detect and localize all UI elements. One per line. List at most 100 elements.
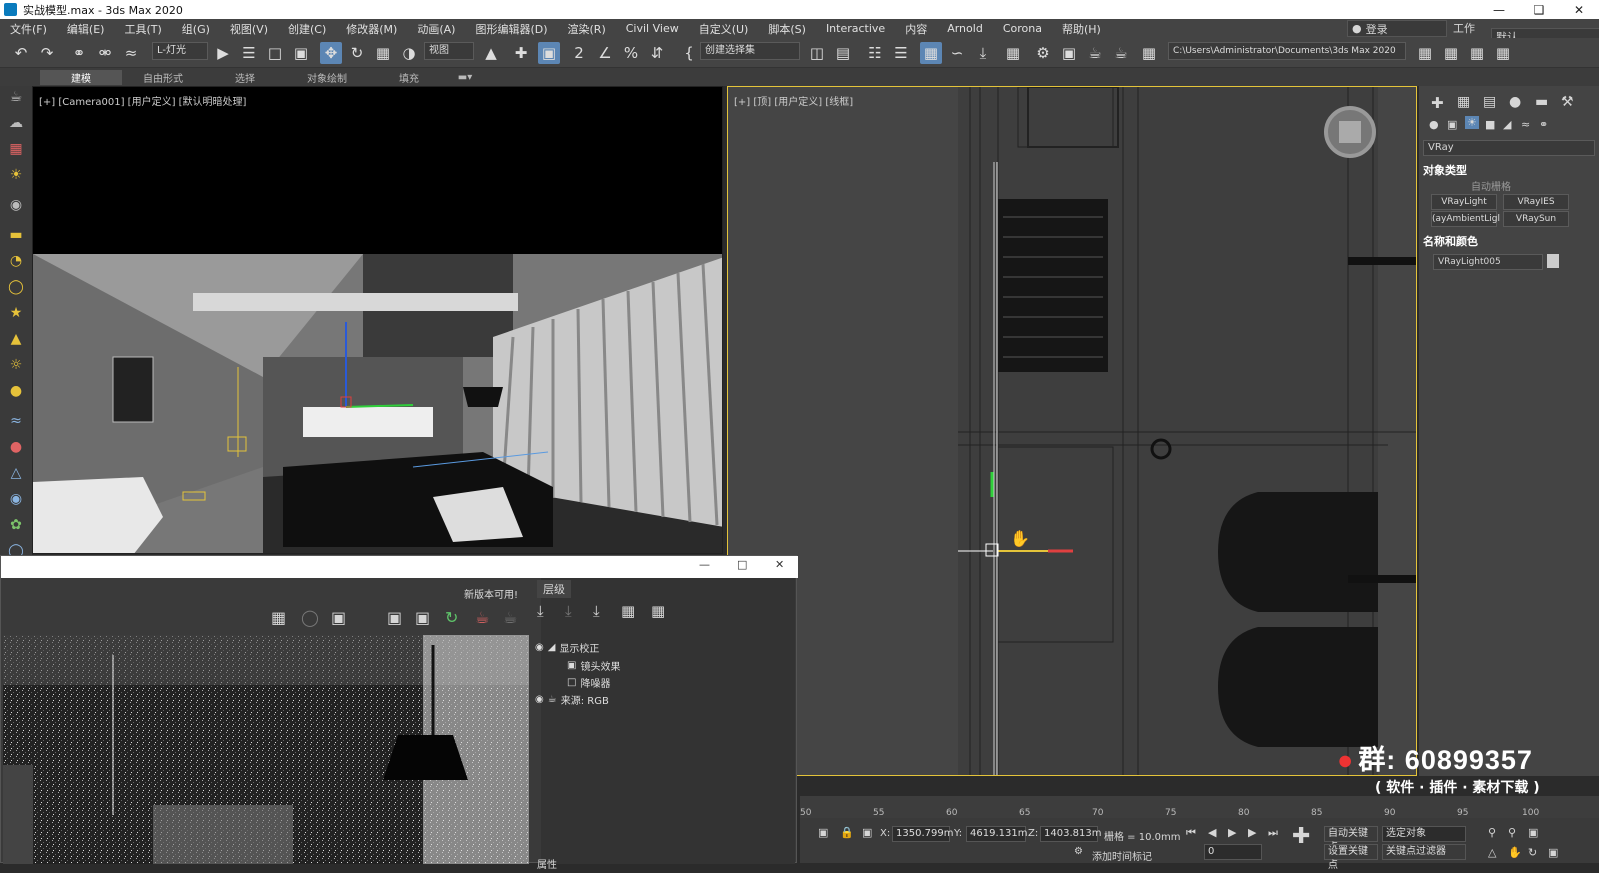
bind-spacewarp-icon[interactable]: ≈ [120,42,142,64]
redo-icon[interactable]: ↷ [36,42,58,64]
menu-civil-view[interactable]: Civil View [616,22,689,35]
rendered-frame-window-icon[interactable]: ▣ [1058,42,1080,64]
x-coordinate-field[interactable]: 1350.799m [892,826,953,842]
project-new-icon[interactable]: ▦ [1492,42,1514,64]
add-time-tag-icon[interactable]: ⚙ [1074,846,1083,857]
light-bulb-icon[interactable]: ☀ [5,164,27,186]
top-viewport[interactable]: [+] [顶] [用户定义] [线框] ✋ [727,86,1417,776]
key-mode-dropdown[interactable]: 选定对象 [1382,826,1466,842]
tab-object-paint[interactable]: 对象绘制 [286,70,368,85]
render-setup-icon[interactable]: ⚙ [1032,42,1054,64]
sky-icon[interactable]: ● [5,380,27,402]
layer-display-correction[interactable]: ◉ ◢ 显示校正 [535,640,599,655]
layers-tab[interactable]: 层级 [537,580,571,598]
keyboard-shortcut-icon[interactable]: ▣ [538,42,560,64]
menu-tools[interactable]: 工具(T) [114,21,171,37]
auto-key-button[interactable]: 自动关键点 [1324,826,1378,853]
object-color-swatch[interactable] [1547,254,1559,268]
hierarchy-tab-icon[interactable]: ▤ [1483,94,1496,110]
schematic-view-icon[interactable]: ⤓ [972,42,994,64]
edit-named-sets-icon[interactable]: { [678,42,700,64]
object-name-field[interactable]: VRayLight005 [1433,254,1543,270]
track-mouse-icon[interactable]: ▣ [387,608,402,627]
add-time-tag[interactable]: 添加时间标记 [1092,848,1152,863]
selection-filter-dropdown[interactable]: L-灯光 [152,42,208,60]
cloud-icon[interactable]: ☁ [5,112,27,134]
timeline-ruler[interactable]: 50 55 60 65 70 75 80 85 90 95 100 [800,796,1599,818]
prev-frame-icon[interactable]: ◀ [1208,826,1216,839]
plane-light-icon[interactable]: ▬ [5,224,27,246]
vfb-close-icon[interactable]: ✕ [775,558,784,571]
angle-snap-icon[interactable]: ∠ [594,42,616,64]
camera-viewport-label[interactable]: [+] [Camera001] [用户定义] [默认明暗处理] [39,93,246,108]
helpers-icon[interactable]: ◢ [1503,118,1511,131]
teapot-icon[interactable]: ☕ [5,86,27,108]
display-tab-icon[interactable]: ▬ [1535,94,1548,110]
link-icon[interactable]: ⚭ [68,42,90,64]
top-viewport-label[interactable]: [+] [顶] [用户定义] [线框] [734,93,853,108]
play-icon[interactable]: ▶ [1228,826,1236,839]
place-icon[interactable]: ◑ [398,42,420,64]
go-end-icon[interactable]: ⏭ [1268,826,1278,840]
set-key-icon[interactable]: ✚ [1292,824,1310,849]
set-key-button[interactable]: 设置关键点 [1324,844,1378,871]
region-render-icon[interactable]: ▣ [331,608,346,627]
select-by-name-icon[interactable]: ☰ [238,42,260,64]
menu-animation[interactable]: 动画(A) [407,21,465,37]
vrayies-button[interactable]: VRayIES [1503,194,1569,210]
menu-rendering[interactable]: 渲染(R) [558,21,616,37]
layer-explorer-icon[interactable]: ☰ [890,42,912,64]
window-crossing-icon[interactable]: ▣ [290,42,312,64]
curve-editor-icon[interactable]: ∽ [946,42,968,64]
render-icon[interactable]: ☕ [1084,42,1106,64]
vray-toolbar-icon[interactable]: ▦ [1138,42,1160,64]
utilities-tab-icon[interactable]: ⚒ [1561,94,1574,110]
object-type-title[interactable]: 对象类型 [1423,162,1595,178]
key-filters-button[interactable]: 关键点过滤器 [1382,844,1466,860]
geometry-icon[interactable]: ● [1429,118,1439,131]
vraysun-button[interactable]: VRaySun [1503,211,1569,227]
tab-populate[interactable]: 填充 [368,70,450,85]
select-object-icon[interactable]: ▶ [212,42,234,64]
lights-icon[interactable]: ☀ [1465,116,1479,129]
maximize-viewport-icon[interactable]: ▣ [1548,846,1558,859]
create-tab-icon[interactable]: ✚ [1431,94,1444,112]
isolate-icon[interactable]: ▣ [818,826,828,839]
ribbon-options-icon[interactable]: ▬▾ [450,72,480,83]
menu-scripting[interactable]: 脚本(S) [758,21,816,37]
delete-layer-icon[interactable]: ⤓ [565,602,572,620]
vraylight-button[interactable]: VRayLight [1431,194,1497,210]
render-teapot-icon[interactable]: ☕ [475,608,489,627]
hair-icon[interactable]: ≈ [5,410,27,432]
cameras-icon[interactable]: ■ [1485,118,1495,131]
renderer-dropdown[interactable]: VRay [1423,140,1595,156]
camera-viewport[interactable]: [+] [Camera001] [用户定义] [默认明暗处理] [32,86,723,554]
layer-presets-icon[interactable]: ▦ [651,602,665,620]
save-layer-icon[interactable]: ⤓ [593,602,600,620]
menu-interactive[interactable]: Interactive [816,22,895,35]
clear-image-icon[interactable]: ◯ [301,608,319,627]
spinner-snap-icon[interactable]: ⇵ [646,42,668,64]
eye-icon[interactable]: ◉ [535,694,544,705]
ipr-icon[interactable]: ↻ [445,608,458,627]
spot-light-icon[interactable]: ▲ [5,328,27,350]
checkbox-icon[interactable]: ▣ [567,660,576,671]
camera-icon[interactable]: ◉ [5,194,27,216]
close-icon[interactable]: ✕ [1559,0,1599,19]
menu-corona[interactable]: Corona [993,22,1052,35]
abs-mode-icon[interactable]: ▣ [862,826,872,839]
tab-selection[interactable]: 选择 [204,70,286,85]
menu-edit[interactable]: 编辑(E) [57,21,115,37]
menu-arnold[interactable]: Arnold [937,22,993,35]
pivot-icon[interactable]: ▲ [480,42,502,64]
stop-render-icon[interactable]: ☕ [503,608,517,627]
mesh-light-icon[interactable]: ★ [5,302,27,324]
vfb-minimize-icon[interactable]: — [699,558,710,571]
particle-icon[interactable]: ● [5,436,27,458]
next-frame-icon[interactable]: ▶ [1248,826,1256,839]
proxy-icon[interactable]: △ [5,462,27,484]
zoom-extents-icon[interactable]: ▣ [1528,826,1538,839]
ribbon-toggle-icon[interactable]: ▦ [920,42,942,64]
region-icon[interactable]: ▣ [415,608,430,627]
create-layer-icon[interactable]: ⤓ [537,602,544,620]
